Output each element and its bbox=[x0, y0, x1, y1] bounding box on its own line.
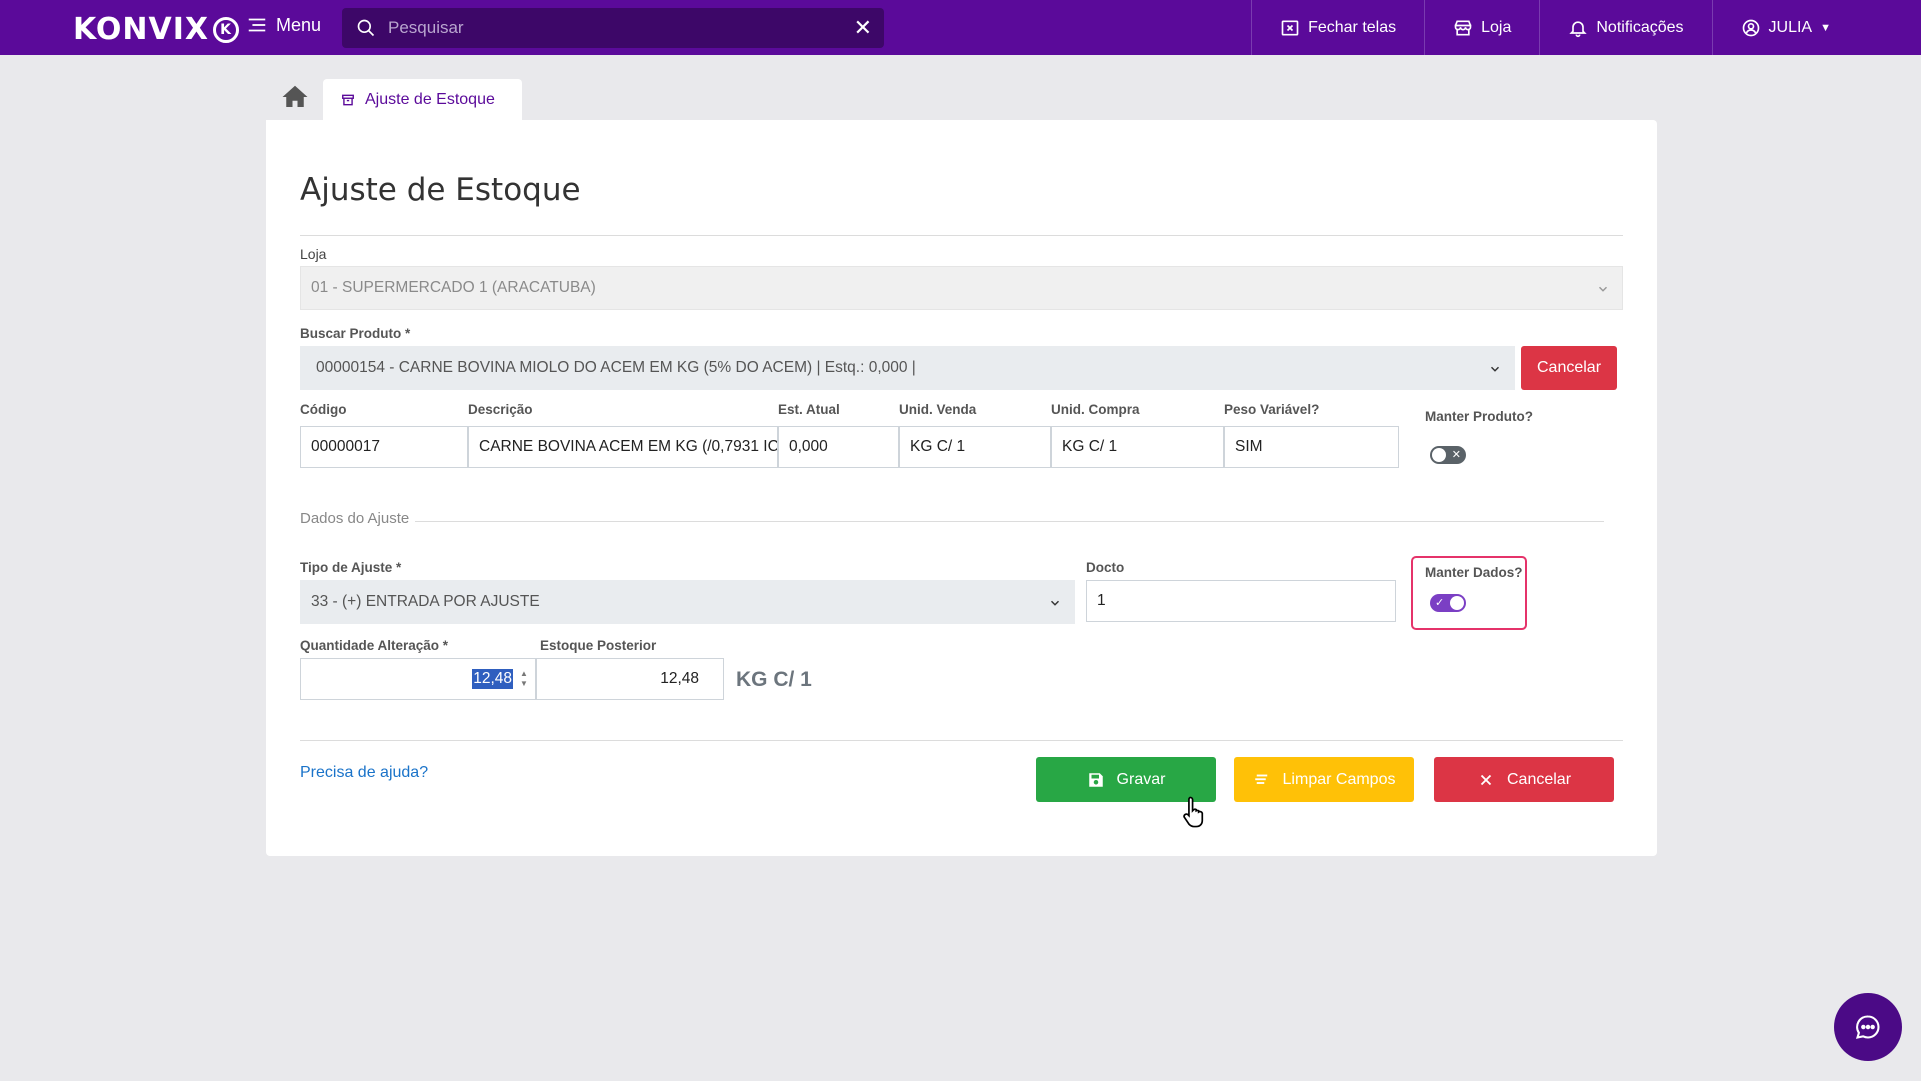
close-screens-button[interactable]: Fechar telas bbox=[1251, 0, 1424, 55]
unit-label: KG C/ 1 bbox=[736, 668, 812, 691]
unid-compra-field[interactable]: KG C/ 1 bbox=[1051, 426, 1224, 468]
clear-fields-button[interactable]: Limpar Campos bbox=[1234, 757, 1414, 802]
help-link[interactable]: Precisa de ajuda? bbox=[300, 764, 428, 782]
descricao-label: Descrição bbox=[468, 402, 533, 417]
search-icon bbox=[357, 19, 375, 37]
store-label: Loja bbox=[1481, 18, 1512, 36]
clear-lines-icon bbox=[1254, 774, 1267, 784]
chat-button[interactable] bbox=[1834, 993, 1902, 1061]
docto-value: 1 bbox=[1097, 592, 1106, 609]
top-bar: KONVIX K Menu ✕ Fechar telas Loja Notifi… bbox=[0, 0, 1921, 55]
close-icon bbox=[1480, 774, 1492, 785]
store-icon bbox=[1454, 20, 1472, 35]
chevron-down-icon bbox=[1050, 600, 1060, 606]
save-label: Gravar bbox=[1116, 770, 1166, 788]
bell-icon bbox=[1569, 20, 1588, 37]
tipo-ajuste-label: Tipo de Ajuste * bbox=[300, 560, 402, 575]
check-icon: ✓ bbox=[1435, 597, 1445, 609]
manter-dados-toggle[interactable]: ✓ bbox=[1430, 594, 1466, 612]
hand-cursor-icon bbox=[1183, 796, 1204, 828]
menu-label: Menu bbox=[276, 14, 322, 35]
tab-label: Ajuste de Estoque bbox=[365, 91, 495, 108]
section-divider bbox=[300, 521, 1604, 522]
codigo-label: Código bbox=[300, 402, 347, 417]
store-button[interactable]: Loja bbox=[1424, 0, 1539, 55]
logo-k-icon: K bbox=[213, 16, 240, 43]
tab-ajuste-estoque[interactable]: Ajuste de Estoque bbox=[323, 79, 522, 121]
tipo-ajuste-select[interactable]: 33 - (+) ENTRADA POR AJUSTE bbox=[300, 580, 1075, 624]
buscar-produto-label: Buscar Produto * bbox=[300, 326, 411, 341]
estoque-posterior-label: Estoque Posterior bbox=[540, 638, 657, 653]
docto-label: Docto bbox=[1086, 560, 1125, 575]
footer-divider bbox=[300, 740, 1623, 741]
toggle-knob bbox=[1450, 596, 1464, 610]
chevron-down-icon bbox=[1490, 366, 1500, 372]
manter-produto-label: Manter Produto? bbox=[1425, 409, 1533, 424]
chat-bubble-icon bbox=[1855, 1015, 1880, 1039]
manter-produto-toggle[interactable]: ✕ bbox=[1430, 446, 1466, 464]
unid-compra-label: Unid. Compra bbox=[1051, 402, 1140, 417]
manter-dados-label: Manter Dados? bbox=[1425, 565, 1523, 580]
close-window-icon bbox=[1281, 20, 1299, 35]
notifications-button[interactable]: Notificações bbox=[1539, 0, 1711, 55]
est-atual-label: Est. Atual bbox=[778, 402, 840, 417]
unid-venda-label: Unid. Venda bbox=[899, 402, 977, 417]
cancel-button[interactable]: Cancelar bbox=[1434, 757, 1614, 802]
loja-label: Loja bbox=[300, 246, 327, 262]
user-icon bbox=[1742, 19, 1759, 36]
search-input[interactable] bbox=[388, 18, 828, 38]
logo-text: KONVIX bbox=[73, 12, 210, 47]
quantidade-input[interactable]: 12,48 ▲ ▼ bbox=[300, 658, 536, 700]
descricao-value: CARNE BOVINA ACEM EM KG (/0,7931 IC bbox=[479, 438, 778, 455]
buscar-cancel-label: Cancelar bbox=[1536, 359, 1602, 376]
user-menu-button[interactable]: JULIA ▼ bbox=[1711, 0, 1921, 55]
buscar-produto-select[interactable]: 00000154 - CARNE BOVINA MIOLO DO ACEM EM… bbox=[300, 346, 1515, 390]
unid-venda-value: KG C/ 1 bbox=[910, 438, 966, 455]
chevron-down-icon bbox=[1598, 286, 1608, 292]
codigo-value: 00000017 bbox=[311, 438, 380, 455]
search-bar: ✕ bbox=[342, 8, 884, 48]
docto-input[interactable]: 1 bbox=[1086, 580, 1396, 622]
floppy-disk-icon bbox=[1088, 772, 1103, 787]
unid-compra-value: KG C/ 1 bbox=[1062, 438, 1118, 455]
box-icon bbox=[342, 94, 354, 106]
est-atual-field[interactable]: 0,000 bbox=[778, 426, 899, 468]
descricao-field[interactable]: CARNE BOVINA ACEM EM KG (/0,7931 IC bbox=[468, 426, 778, 468]
est-atual-value: 0,000 bbox=[789, 438, 828, 455]
clear-fields-label: Limpar Campos bbox=[1282, 770, 1396, 788]
hamburger-icon bbox=[248, 18, 266, 32]
divider bbox=[300, 235, 1623, 236]
unid-venda-field[interactable]: KG C/ 1 bbox=[899, 426, 1051, 468]
close-screens-label: Fechar telas bbox=[1308, 18, 1397, 36]
buscar-cancel-button[interactable]: Cancelar bbox=[1521, 346, 1617, 390]
codigo-field[interactable]: 00000017 bbox=[300, 426, 468, 468]
loja-value: 01 - SUPERMERCADO 1 (ARACATUBA) bbox=[311, 279, 596, 296]
x-icon: ✕ bbox=[1451, 449, 1461, 461]
cancel-label: Cancelar bbox=[1506, 770, 1572, 788]
peso-variavel-value: SIM bbox=[1235, 438, 1263, 455]
home-icon[interactable] bbox=[280, 82, 310, 112]
clear-search-icon[interactable]: ✕ bbox=[854, 17, 872, 39]
tipo-ajuste-value: 33 - (+) ENTRADA POR AJUSTE bbox=[311, 593, 540, 610]
number-spinner-icon[interactable]: ▲ ▼ bbox=[519, 669, 529, 689]
buscar-produto-value: 00000154 - CARNE BOVINA MIOLO DO ACEM EM… bbox=[316, 359, 916, 376]
chevron-down-icon: ▼ bbox=[1820, 21, 1831, 34]
quantidade-label: Quantidade Alteração * bbox=[300, 638, 449, 653]
konvix-logo[interactable]: KONVIX K bbox=[73, 12, 240, 47]
peso-variavel-field[interactable]: SIM bbox=[1224, 426, 1399, 468]
page-title: Ajuste de Estoque bbox=[300, 172, 581, 208]
user-name: JULIA bbox=[1768, 18, 1813, 36]
loja-select[interactable]: 01 - SUPERMERCADO 1 (ARACATUBA) bbox=[300, 266, 1623, 310]
quantidade-value: 12,48 bbox=[472, 669, 513, 689]
main-panel: Ajuste de Estoque Loja 01 - SUPERMERCADO… bbox=[266, 120, 1657, 856]
toggle-knob bbox=[1432, 448, 1446, 462]
notifications-label: Notificações bbox=[1596, 18, 1684, 36]
menu-button[interactable]: Menu bbox=[246, 14, 321, 36]
estoque-posterior-field: 12,48 bbox=[536, 658, 724, 700]
estoque-posterior-value: 12,48 bbox=[660, 670, 699, 687]
peso-variavel-label: Peso Variável? bbox=[1224, 402, 1320, 417]
section-legend: Dados do Ajuste bbox=[300, 510, 416, 527]
